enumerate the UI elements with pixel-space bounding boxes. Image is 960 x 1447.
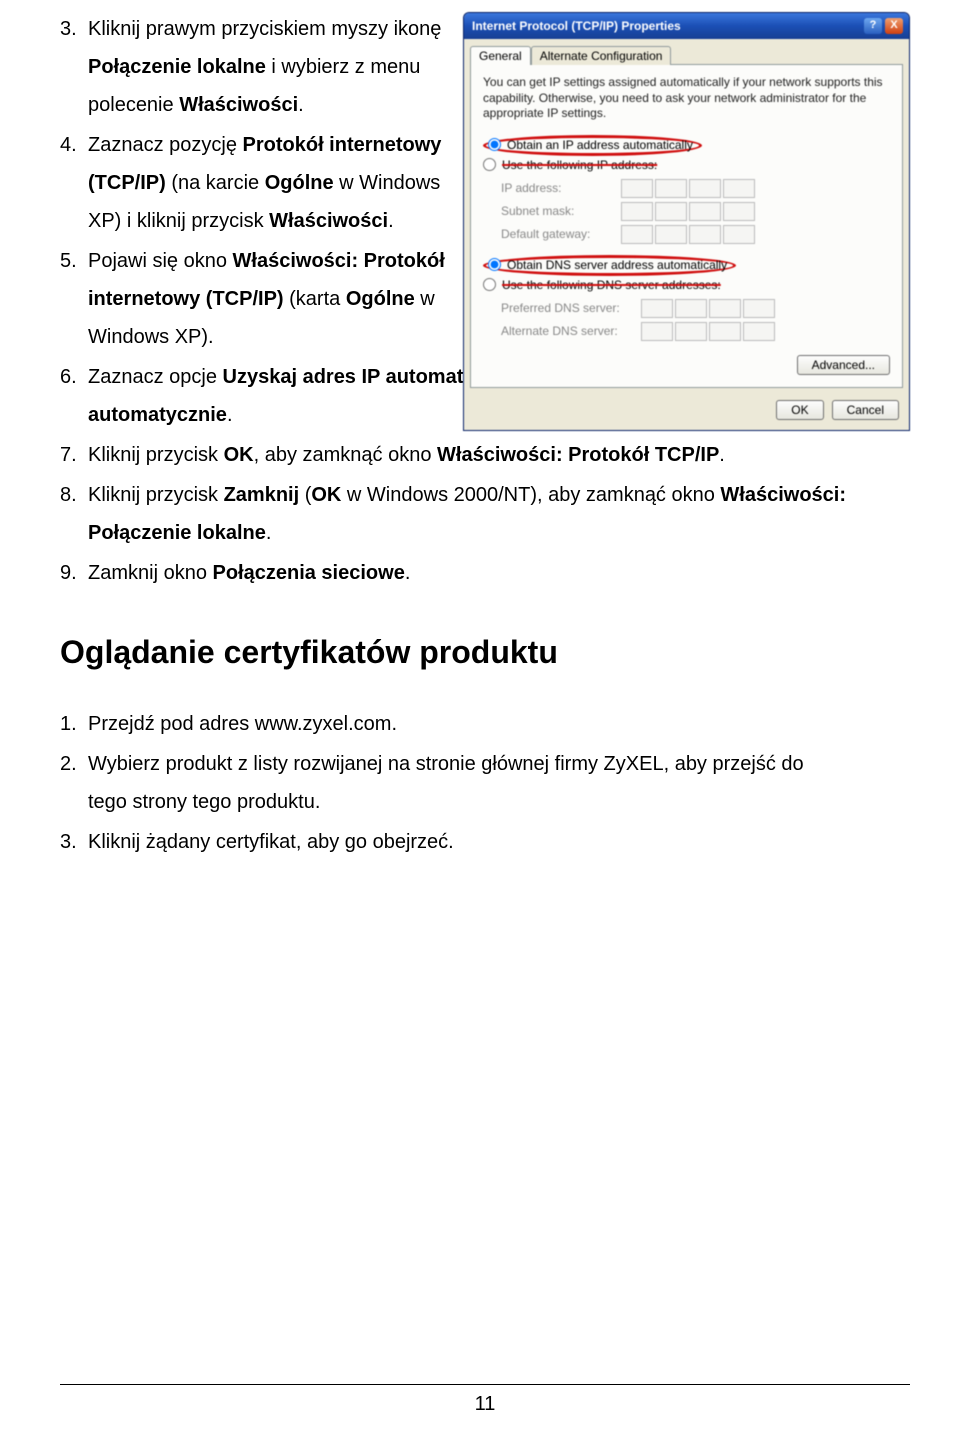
radio-obtain-dns-label: Obtain DNS server address automatically — [507, 258, 727, 272]
cert-step-3: 3. Kliknij żądany certyfikat, aby go obe… — [60, 823, 910, 861]
label-subnet-mask: Subnet mask: — [501, 204, 621, 218]
cancel-button[interactable]: Cancel — [832, 400, 899, 420]
cert-step-2: 2. Wybierz produkt z listy rozwijanej na… — [60, 745, 910, 821]
default-gateway-field — [621, 225, 890, 244]
step-3: 3. Kliknij prawym przyciskiem myszy ikon… — [60, 10, 450, 124]
section-heading: Oglądanie certyfikatów produktu — [60, 634, 910, 671]
alternate-dns-field — [641, 322, 890, 341]
label-default-gateway: Default gateway: — [501, 227, 621, 241]
help-icon[interactable]: ? — [864, 18, 882, 34]
close-icon[interactable]: X — [885, 18, 903, 34]
ip-address-field — [621, 179, 890, 198]
tab-strip: General Alternate Configuration — [464, 39, 909, 64]
step-7: 7. Kliknij przycisk OK, aby zamknąć okno… — [60, 436, 910, 474]
tab-general[interactable]: General — [470, 46, 531, 65]
obtain-ip-circled: Obtain an IP address automatically — [483, 135, 702, 156]
step-5: 5. Pojawi się okno Właściwości: Protokół… — [60, 242, 450, 356]
label-ip-address: IP address: — [501, 181, 621, 195]
radio-obtain-ip[interactable] — [488, 138, 501, 151]
radio-obtain-dns[interactable] — [488, 258, 501, 271]
step-8: 8. Kliknij przycisk Zamknij (OK w Window… — [60, 476, 910, 552]
radio-use-ip[interactable] — [483, 158, 496, 171]
page-footer: 11 — [60, 1384, 910, 1416]
ok-button[interactable]: OK — [776, 400, 823, 420]
cert-step-1: 1. Przejdź pod adres www.zyxel.com. — [60, 705, 910, 743]
tab-alternate-configuration[interactable]: Alternate Configuration — [531, 46, 672, 65]
page-number: 11 — [475, 1393, 496, 1415]
step-4: 4. Zaznacz pozycję Protokół internetowy … — [60, 126, 450, 240]
radio-use-dns[interactable] — [483, 278, 496, 291]
radio-obtain-ip-label: Obtain an IP address automatically — [507, 138, 693, 152]
radio-use-dns-label: Use the following DNS server addresses: — [502, 278, 721, 292]
radio-use-dns-row: Use the following DNS server addresses: — [483, 277, 890, 293]
dialog-titlebar: Internet Protocol (TCP/IP) Properties ? … — [464, 13, 909, 39]
obtain-dns-circled: Obtain DNS server address automatically — [483, 255, 736, 276]
dialog-title: Internet Protocol (TCP/IP) Properties — [472, 19, 861, 33]
tab-body: You can get IP settings assigned automat… — [470, 64, 903, 388]
advanced-button[interactable]: Advanced... — [797, 355, 890, 375]
step-9: 9. Zamknij okno Połączenia sieciowe. — [60, 554, 910, 592]
label-alternate-dns: Alternate DNS server: — [501, 324, 641, 338]
subnet-mask-field — [621, 202, 890, 221]
tcpip-properties-dialog: Internet Protocol (TCP/IP) Properties ? … — [463, 12, 910, 431]
radio-use-ip-row: Use the following IP address: — [483, 157, 890, 173]
dialog-description: You can get IP settings assigned automat… — [483, 75, 890, 122]
radio-use-ip-label: Use the following IP address: — [502, 158, 657, 172]
label-preferred-dns: Preferred DNS server: — [501, 301, 641, 315]
preferred-dns-field — [641, 299, 890, 318]
